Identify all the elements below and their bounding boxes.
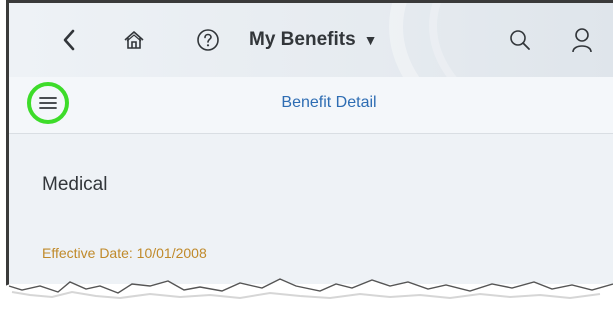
chevron-left-icon [63,29,75,51]
app-title: My Benefits [249,29,356,50]
home-icon [124,31,144,49]
user-button[interactable] [565,25,599,55]
torn-edge-decoration [0,278,613,316]
hamburger-menu-icon [39,97,57,109]
section-title: Medical [42,174,108,195]
user-icon [572,28,592,53]
search-button[interactable] [503,25,537,55]
home-button[interactable] [117,25,151,55]
help-button[interactable] [191,25,225,55]
back-button[interactable] [54,25,84,55]
search-icon [510,30,530,50]
help-circle-icon [197,29,219,51]
effective-date: Effective Date: 10/01/2008 [42,245,207,261]
app-title-dropdown[interactable]: My Benefits ▼ [249,25,419,55]
page-subheader: Benefit Detail [9,77,613,134]
page-title: Benefit Detail [281,94,377,111]
shell-header: My Benefits ▼ [9,3,613,77]
menu-button[interactable] [27,82,69,124]
dropdown-caret-icon: ▼ [363,32,378,48]
